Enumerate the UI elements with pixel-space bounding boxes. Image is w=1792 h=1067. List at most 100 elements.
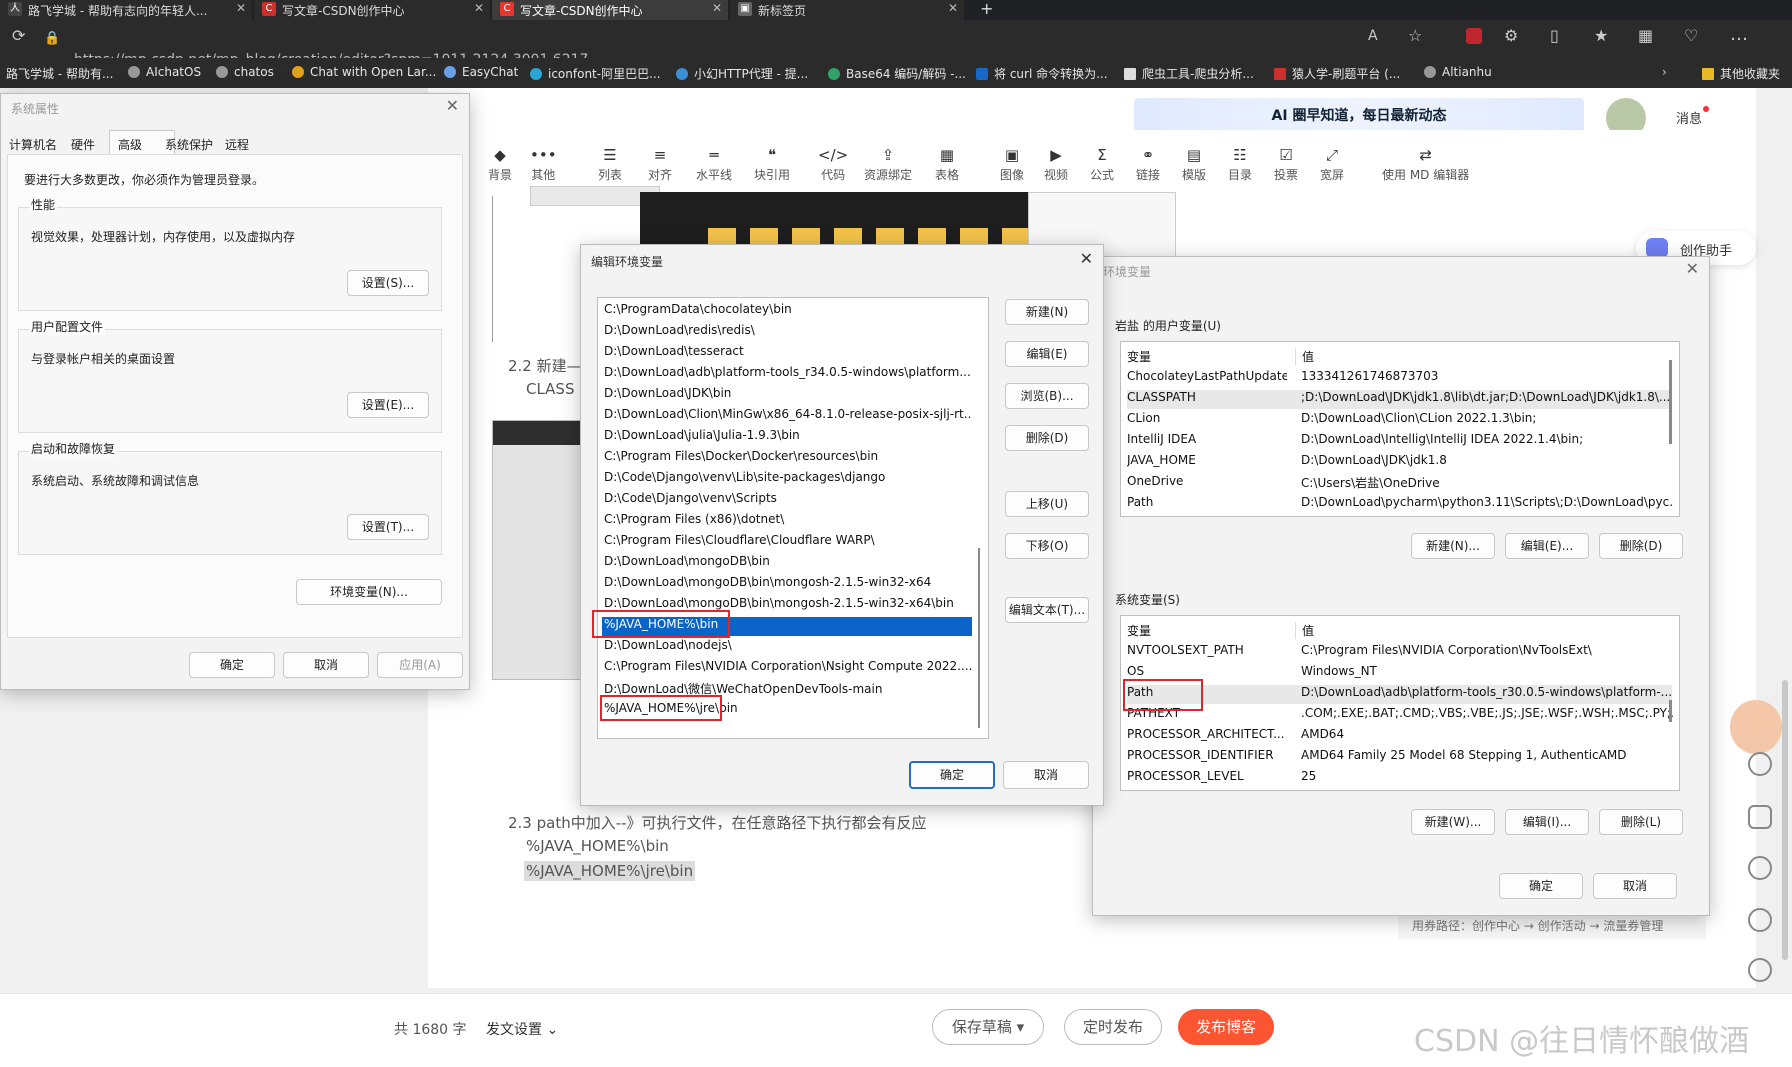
tab-remote[interactable]: 远程 (225, 136, 249, 153)
toolbar-other[interactable]: ••• 其他 (530, 146, 557, 183)
list-item[interactable]: D:\DownLoad\adb\platform-tools_r34.0.5-w… (604, 365, 972, 379)
ok-button[interactable]: 确定 (909, 761, 995, 789)
edit-text-button[interactable]: 编辑文本(T)... (1005, 597, 1089, 623)
table-row[interactable]: PROCESSOR_IDENTIFIER AMD64 Family 25 Mode… (1127, 748, 1672, 767)
list-item[interactable]: D:\DownLoad\redis\redis\ (604, 323, 972, 337)
scrollbar[interactable] (1669, 700, 1672, 722)
close-icon[interactable]: ✕ (446, 96, 459, 115)
browser-tab[interactable]: 人 路飞学城 - 帮助有志向的年轻人... ✕ (0, 0, 252, 20)
profile-settings-button[interactable]: 设置(E)... (347, 392, 429, 418)
system-delete-button[interactable]: 删除(L) (1599, 809, 1683, 835)
list-item[interactable]: D:\DownLoad\JDK\bin (604, 386, 972, 400)
toolbar-resource[interactable]: ⇪ 资源绑定 (864, 146, 912, 183)
toolbar-md-editor[interactable]: ⇄ 使用 MD 编辑器 (1382, 146, 1469, 183)
scheduled-publish-button[interactable]: 定时发布 (1064, 1009, 1162, 1045)
read-aloud-icon[interactable]: A (1368, 28, 1378, 44)
startup-settings-button[interactable]: 设置(T)... (347, 514, 429, 540)
split-screen-icon[interactable]: ▯ (1550, 26, 1559, 45)
toolbar-template[interactable]: ▤ 模版 (1182, 146, 1206, 183)
toolbar-table[interactable]: ▦ 表格 (935, 146, 959, 183)
qrcode-icon[interactable] (1748, 805, 1772, 829)
bookmark-item[interactable]: 猿人学-刷题平台 (... (1274, 65, 1400, 82)
save-draft-button[interactable]: 保存草稿 ▾ (932, 1009, 1044, 1045)
list-item[interactable]: D:\DownLoad\nodejs\ (604, 638, 972, 652)
browser-tab[interactable]: ▣ 新标签页 ✕ (730, 0, 964, 20)
apply-button[interactable]: 应用(A) (377, 652, 463, 678)
bookmark-item[interactable]: 路飞学城 - 帮助有... (6, 65, 113, 82)
ok-button[interactable]: 确定 (1499, 873, 1583, 899)
bookmark-item[interactable]: 爬虫工具-爬虫分析... (1124, 65, 1254, 82)
table-row[interactable]: CLion D:\DownLoad\Clion\CLion 2022.1.3\bi… (1127, 411, 1672, 430)
bookmark-item[interactable]: EasyChat (444, 65, 518, 79)
mascot-icon[interactable] (1730, 700, 1782, 754)
scrollbar[interactable] (1669, 360, 1672, 444)
list-item[interactable]: D:\DownLoad\mongoDB\bin\mongosh-2.1.5-wi… (604, 596, 972, 610)
tab-hardware[interactable]: 硬件 (71, 136, 95, 153)
publish-settings[interactable]: 发文设置 ⌄ (486, 1019, 558, 1039)
collections-icon[interactable]: ▦ (1638, 26, 1653, 45)
list-item[interactable]: C:\Program Files\Docker\Docker\resources… (604, 449, 972, 463)
table-row[interactable]: OneDrive C:\Users\岩盐\OneDrive (1127, 474, 1672, 493)
favorite-star-icon[interactable]: ☆ (1408, 26, 1422, 45)
move-up-button[interactable]: 上移(U) (1005, 491, 1089, 517)
bookmark-item[interactable]: Altianhu (1424, 65, 1492, 79)
headset-icon[interactable] (1748, 856, 1772, 880)
cancel-button[interactable]: 取消 (1003, 761, 1089, 789)
toolbar-video[interactable]: ▶ 视频 (1044, 146, 1068, 183)
bookmark-item[interactable]: Base64 编码/解码 -... (828, 65, 966, 82)
system-edit-button[interactable]: 编辑(I)... (1505, 809, 1589, 835)
cancel-button[interactable]: 取消 (1593, 873, 1677, 899)
performance-settings-button[interactable]: 设置(S)... (347, 270, 429, 296)
new-tab-button[interactable]: + (980, 0, 993, 18)
reload-icon[interactable]: ⟳ (12, 26, 25, 45)
system-new-button[interactable]: 新建(W)... (1411, 809, 1495, 835)
browse-button[interactable]: 浏览(B)... (1005, 383, 1089, 409)
other-bookmarks[interactable]: 其他收藏夹 (1702, 65, 1780, 82)
close-icon[interactable]: ✕ (1080, 249, 1093, 268)
toolbar-align[interactable]: ≡ 对齐 (648, 146, 672, 183)
scrollbar[interactable] (978, 548, 980, 728)
list-item[interactable]: D:\Code\Django\venv\Lib\site-packages\dj… (604, 470, 972, 484)
browser-tab-active[interactable]: C 写文章-CSDN创作中心 ✕ (492, 0, 728, 20)
list-item[interactable]: D:\DownLoad\Clion\MinGw\x86_64-8.1.0-rel… (604, 407, 972, 421)
list-item[interactable]: D:\DownLoad\mongoDB\bin (604, 554, 972, 568)
toolbar-vote[interactable]: ☑ 投票 (1274, 146, 1298, 183)
chevron-right-icon[interactable]: › (1662, 65, 1667, 79)
close-icon[interactable]: ✕ (948, 1, 958, 15)
messages-link[interactable]: 消息 (1676, 108, 1702, 127)
list-item[interactable]: C:\Program Files (x86)\dotnet\ (604, 512, 972, 526)
bookmark-item[interactable]: 将 curl 命令转换为... (976, 65, 1108, 82)
toolbar-code[interactable]: </> 代码 (818, 146, 848, 183)
list-item[interactable]: C:\Program Files\Cloudflare\Cloudflare W… (604, 533, 972, 547)
close-icon[interactable]: ✕ (236, 1, 246, 15)
move-down-button[interactable]: 下移(O) (1005, 533, 1089, 559)
table-row[interactable]: NVTOOLSEXT_PATH C:\Program Files\NVIDIA C… (1127, 643, 1672, 662)
ok-button[interactable]: 确定 (189, 652, 275, 678)
table-row[interactable]: OS Windows_NT (1127, 664, 1672, 683)
help-icon[interactable] (1748, 958, 1772, 982)
list-item[interactable]: D:\Code\Django\venv\Scripts (604, 491, 972, 505)
back-to-top-icon[interactable] (1748, 908, 1772, 932)
cancel-button[interactable]: 取消 (283, 652, 369, 678)
close-icon[interactable]: ✕ (1686, 259, 1699, 278)
list-item[interactable]: D:\DownLoad\tesseract (604, 344, 972, 358)
extension-icon[interactable] (1466, 28, 1482, 44)
table-row[interactable]: Path D:\DownLoad\pycharm\python3.11\Scrip… (1127, 495, 1673, 514)
toolbar-blockquote[interactable]: ❝ 块引用 (754, 146, 790, 183)
environment-variables-button[interactable]: 环境变量(N)... (296, 579, 442, 605)
bookmark-item[interactable]: iconfont-阿里巴巴... (530, 65, 661, 82)
tab-system-protection[interactable]: 系统保护 (165, 136, 213, 153)
table-row-selected[interactable]: CLASSPATH ;D:\DownLoad\JDK\jdk1.8\lib\dt.… (1127, 390, 1672, 409)
user-delete-button[interactable]: 删除(D) (1599, 533, 1683, 559)
list-item[interactable]: D:\DownLoad\julia\Julia-1.9.3\bin (604, 428, 972, 442)
favorites-icon[interactable]: ★ (1594, 26, 1608, 45)
table-row[interactable]: PROCESSOR_LEVEL 25 (1127, 769, 1672, 788)
table-row-selected[interactable]: Path D:\DownLoad\adb\platform-tools_r30.0… (1127, 685, 1672, 704)
toolbar-toc[interactable]: ☷ 目录 (1228, 146, 1252, 183)
browser-tab[interactable]: C 写文章-CSDN创作中心 ✕ (254, 0, 490, 20)
list-item[interactable]: C:\ProgramData\chocolatey\bin (604, 302, 972, 316)
more-icon[interactable]: … (1730, 24, 1748, 45)
extensions-icon[interactable]: ⚙ (1504, 26, 1518, 45)
ai-banner[interactable]: AI 圈早知道，每日最新动态 (1134, 98, 1584, 134)
chat-icon[interactable] (1748, 752, 1772, 776)
